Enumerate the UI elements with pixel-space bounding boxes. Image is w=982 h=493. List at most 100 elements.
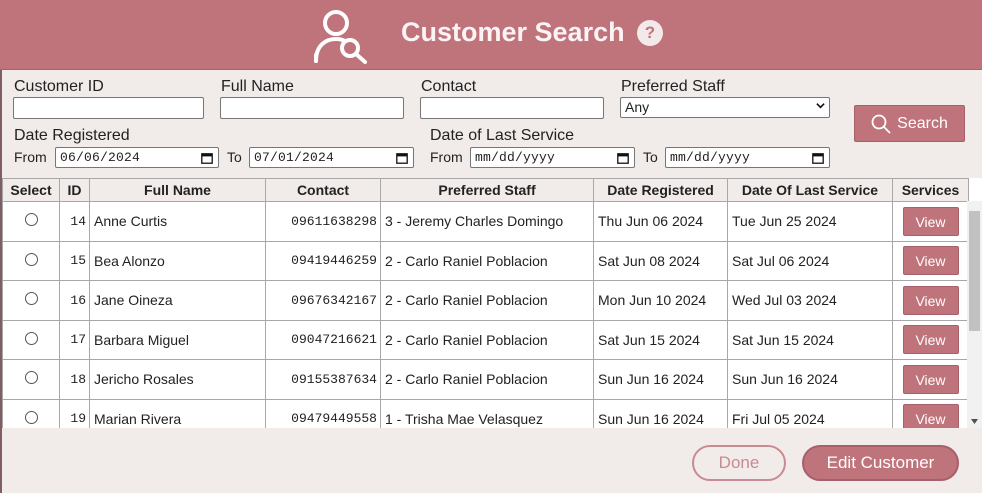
customer-id-label: Customer ID: [14, 78, 104, 95]
row-id: 16: [59, 280, 90, 321]
row-contact: 09479449558: [265, 398, 381, 428]
table-row[interactable]: 15 Bea Alonzo 09419446259 2 - Carlo Rani…: [2, 240, 969, 281]
select-radio[interactable]: [24, 410, 38, 424]
select-radio[interactable]: [24, 252, 38, 266]
row-preferred-staff: 2 - Carlo Raniel Poblacion: [380, 240, 594, 281]
date-last-service-to-input[interactable]: mm/dd/yyyy: [665, 147, 830, 168]
contact-label: Contact: [421, 78, 477, 95]
preferred-staff-value: Any: [625, 99, 650, 115]
row-id: 17: [59, 319, 90, 360]
column-header: Full Name: [89, 178, 266, 202]
view-services-button[interactable]: View: [902, 364, 959, 394]
row-last-service: Tue Jun 25 2024: [727, 201, 893, 242]
row-preferred-staff: 2 - Carlo Raniel Poblacion: [380, 359, 594, 400]
page-title: Customer Search: [401, 17, 625, 47]
date-last-service-label: Date of Last Service: [430, 127, 575, 144]
preferred-staff-label: Preferred Staff: [621, 78, 725, 95]
date-last-service-to-value: mm/dd/yyyy: [670, 150, 751, 165]
row-contact: 09611638298: [265, 201, 381, 242]
row-last-service: Sat Jul 06 2024: [727, 240, 893, 281]
table-header-row: Select ID Full Name Contact Preferred St…: [2, 178, 969, 202]
row-contact: 09676342167: [265, 280, 381, 321]
row-last-service: Fri Jul 05 2024: [727, 398, 893, 428]
column-header: Select: [2, 178, 60, 202]
table-row[interactable]: 19 Marian Rivera 09479449558 1 - Trisha …: [2, 398, 969, 428]
row-id: 15: [59, 240, 90, 281]
customer-id-input[interactable]: [13, 97, 204, 119]
row-id: 19: [59, 398, 90, 428]
column-header: Date Of Last Service: [727, 178, 893, 202]
row-full-name: Bea Alonzo: [89, 240, 266, 281]
select-radio[interactable]: [24, 292, 38, 306]
row-preferred-staff: 2 - Carlo Raniel Poblacion: [380, 319, 594, 360]
column-header: ID: [59, 178, 90, 202]
date-registered-to-input[interactable]: 07/01/2024: [249, 147, 414, 168]
row-date-registered: Sat Jun 08 2024: [593, 240, 728, 281]
row-id: 18: [59, 359, 90, 400]
scrollbar-thumb[interactable]: [969, 211, 980, 331]
view-services-button[interactable]: View: [902, 206, 959, 236]
row-full-name: Marian Rivera: [89, 398, 266, 428]
full-name-input[interactable]: [220, 97, 404, 119]
date-registered-label: Date Registered: [14, 127, 130, 144]
view-services-button[interactable]: View: [902, 285, 959, 315]
help-icon[interactable]: ?: [637, 20, 663, 46]
row-date-registered: Mon Jun 10 2024: [593, 280, 728, 321]
row-preferred-staff: 3 - Jeremy Charles Domingo: [380, 201, 594, 242]
column-header: Date Registered: [593, 178, 728, 202]
row-full-name: Anne Curtis: [89, 201, 266, 242]
row-id: 14: [59, 201, 90, 242]
results-table-container: Select ID Full Name Contact Preferred St…: [2, 178, 982, 428]
preferred-staff-select[interactable]: Any: [620, 97, 830, 118]
date-registered-from-value: 06/06/2024: [60, 150, 141, 165]
row-last-service: Wed Jul 03 2024: [727, 280, 893, 321]
date-last-service-from-input[interactable]: mm/dd/yyyy: [470, 147, 635, 168]
row-contact: 09155387634: [265, 359, 381, 400]
date-registered-from-label: From: [14, 149, 47, 165]
date-last-service-to-label: To: [643, 149, 658, 165]
select-radio[interactable]: [24, 213, 38, 227]
date-last-service-from-label: From: [430, 149, 463, 165]
table-row[interactable]: 16 Jane Oineza 09676342167 2 - Carlo Ran…: [2, 280, 969, 321]
calendar-icon: [201, 153, 213, 164]
search-icon: [871, 114, 891, 133]
row-last-service: Sun Jun 16 2024: [727, 359, 893, 400]
calendar-icon: [812, 153, 824, 164]
search-button-label: Search: [897, 114, 948, 132]
table-row[interactable]: 18 Jericho Rosales 09155387634 2 - Carlo…: [2, 359, 969, 400]
edit-customer-button[interactable]: Edit Customer: [802, 445, 959, 481]
row-last-service: Sat Jun 15 2024: [727, 319, 893, 360]
calendar-icon: [617, 153, 629, 164]
date-registered-to-label: To: [227, 149, 242, 165]
select-radio[interactable]: [24, 331, 38, 345]
done-button[interactable]: Done: [692, 445, 786, 481]
user-search-icon: [314, 10, 367, 64]
table-row[interactable]: 14 Anne Curtis 09611638298 3 - Jeremy Ch…: [2, 201, 969, 242]
row-full-name: Jane Oineza: [89, 280, 266, 321]
view-services-button[interactable]: View: [902, 246, 959, 276]
row-preferred-staff: 1 - Trisha Mae Velasquez: [380, 398, 594, 428]
date-last-service-from-value: mm/dd/yyyy: [475, 150, 556, 165]
column-header: Services: [892, 178, 969, 202]
table-scrollbar[interactable]: [967, 201, 982, 428]
view-services-button[interactable]: View: [902, 325, 959, 355]
date-registered-from-input[interactable]: 06/06/2024: [55, 147, 219, 168]
column-header: Contact: [265, 178, 381, 202]
scroll-down-arrow-icon[interactable]: [971, 419, 978, 424]
column-header: Preferred Staff: [380, 178, 594, 202]
row-preferred-staff: 2 - Carlo Raniel Poblacion: [380, 280, 594, 321]
table-row[interactable]: 17 Barbara Miguel 09047216621 2 - Carlo …: [2, 319, 969, 360]
row-date-registered: Sat Jun 15 2024: [593, 319, 728, 360]
contact-input[interactable]: [420, 97, 604, 119]
select-radio[interactable]: [24, 371, 38, 385]
calendar-icon: [396, 153, 408, 164]
row-date-registered: Sun Jun 16 2024: [593, 359, 728, 400]
search-button[interactable]: Search: [854, 105, 965, 142]
view-services-button[interactable]: View: [902, 404, 959, 428]
row-date-registered: Thu Jun 06 2024: [593, 201, 728, 242]
row-full-name: Jericho Rosales: [89, 359, 266, 400]
row-date-registered: Sun Jun 16 2024: [593, 398, 728, 428]
header-bar: Customer Search ?: [0, 0, 982, 70]
full-name-label: Full Name: [221, 78, 294, 95]
row-contact: 09047216621: [265, 319, 381, 360]
